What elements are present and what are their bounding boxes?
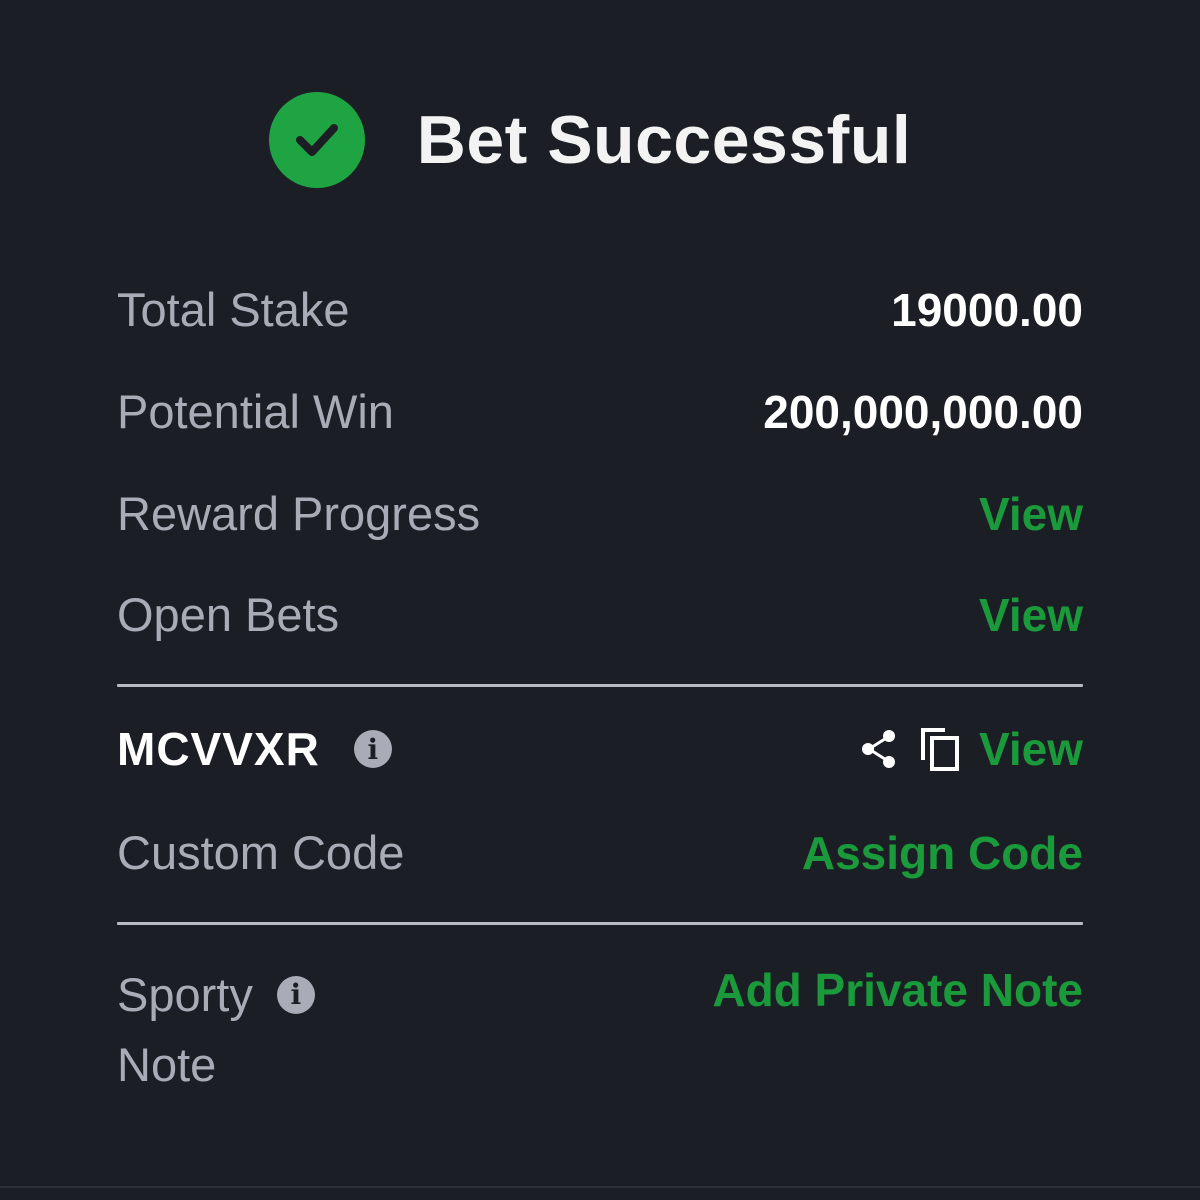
sporty-note-label: Sporty i Note — [117, 960, 315, 1100]
assign-code-link[interactable]: Assign Code — [802, 826, 1083, 880]
reward-progress-row: Reward Progress View — [117, 486, 1083, 541]
open-bets-label: Open Bets — [117, 588, 340, 641]
check-circle-icon — [268, 92, 365, 188]
reward-progress-view-link[interactable]: View — [979, 487, 1083, 541]
info-icon[interactable]: i — [353, 730, 392, 768]
potential-win-row: Potential Win 200,000,000.00 — [117, 384, 1083, 439]
sporty-note-row: Sporty i Note Add Private Note — [117, 960, 1083, 1100]
custom-code-label: Custom Code — [117, 826, 405, 879]
open-bets-view-link[interactable]: View — [979, 588, 1083, 642]
total-stake-label: Total Stake — [117, 283, 350, 336]
divider — [117, 922, 1083, 925]
divider — [117, 684, 1083, 687]
total-stake-row: Total Stake 19000.00 — [117, 282, 1083, 337]
reward-progress-label: Reward Progress — [117, 487, 481, 540]
booking-view-link[interactable]: View — [979, 722, 1083, 776]
sporty-note-label-line2: Note — [117, 1038, 217, 1091]
sporty-note-label-line1: Sporty — [117, 968, 253, 1021]
booking-code-row: MCVVXR i View — [117, 722, 1083, 776]
open-bets-row: Open Bets View — [117, 587, 1083, 642]
custom-code-row: Custom Code Assign Code — [117, 825, 1083, 880]
page-title: Bet Successful — [416, 102, 912, 178]
bottom-divider — [0, 1186, 1200, 1188]
info-icon[interactable]: i — [276, 976, 315, 1014]
potential-win-value: 200,000,000.00 — [763, 385, 1083, 438]
total-stake-value: 19000.00 — [891, 283, 1083, 336]
copy-icon[interactable] — [919, 726, 961, 772]
booking-code: MCVVXR — [117, 723, 320, 775]
bet-success-header: Bet Successful — [0, 92, 1200, 188]
share-icon[interactable] — [859, 729, 899, 769]
add-private-note-link[interactable]: Add Private Note — [712, 960, 1083, 1020]
potential-win-label: Potential Win — [117, 385, 394, 438]
